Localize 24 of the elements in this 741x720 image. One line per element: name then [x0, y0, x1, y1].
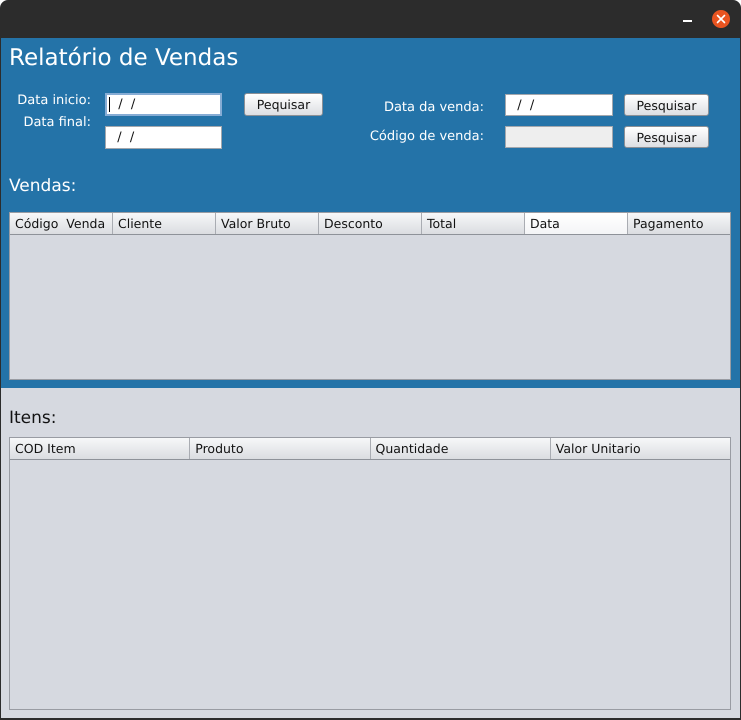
column-header[interactable]: Cliente [113, 213, 216, 234]
column-header[interactable]: Data [525, 213, 628, 234]
column-header[interactable]: COD Item [10, 438, 190, 459]
column-header[interactable]: Valor Unitario [550, 438, 730, 459]
report-title: Relatório de Vendas [9, 44, 238, 72]
section-title: Vendas: [9, 176, 76, 196]
search-button[interactable]: Pequisar [244, 93, 323, 116]
field-label: Código de venda: [370, 128, 484, 146]
search-button[interactable]: Pesquisar [624, 94, 709, 116]
field-label: Data da venda: [384, 99, 484, 117]
text-field[interactable]: / / [105, 93, 222, 116]
field-label: Data inicio: [17, 92, 91, 110]
column-header[interactable]: Total [422, 213, 525, 234]
text-field[interactable]: / / [505, 94, 613, 116]
text-field[interactable]: / / [105, 126, 222, 149]
column-header[interactable]: Produto [190, 438, 370, 459]
column-header[interactable]: Desconto [319, 213, 422, 234]
column-header[interactable]: Pagamento [628, 213, 730, 234]
close-icon[interactable] [712, 10, 730, 28]
field-label: Data final: [23, 114, 91, 132]
column-header[interactable]: Código Venda [10, 213, 113, 234]
column-header[interactable]: Quantidade [370, 438, 551, 459]
section-title: Itens: [9, 408, 56, 428]
column-header[interactable]: Valor Bruto [216, 213, 319, 234]
